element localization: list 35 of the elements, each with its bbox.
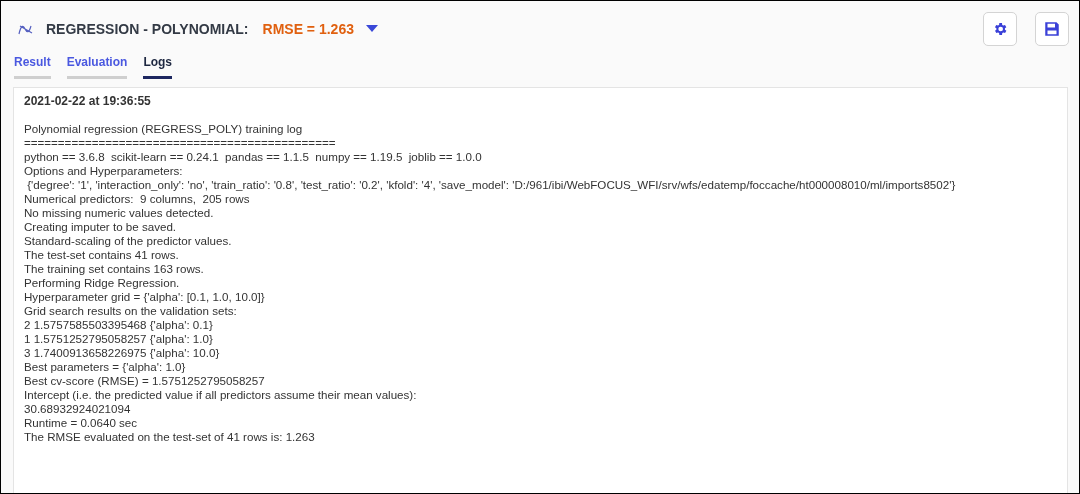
- log-line: Polynomial regression (REGRESS_POLY) training log: [24, 122, 304, 136]
- log-line: No missing numeric values detected.: [24, 206, 215, 220]
- log-line: Best parameters = {'alpha': 1.0}: [24, 360, 187, 374]
- log-line: Creating imputer to be saved.: [24, 220, 178, 234]
- log-line: Grid search results on the validation sets:: [24, 304, 238, 318]
- log-line: The test-set contains 41 rows.: [24, 248, 180, 262]
- log-line: 1 1.5751252795058257 {'alpha': 1.0}: [24, 332, 214, 346]
- tab[interactable]: Evaluation: [66, 55, 128, 79]
- log-line: Hyperparameter grid = {'alpha': [0.1, 1.0, 10.0]}: [24, 290, 266, 304]
- log-line: Options and Hyperparameters:: [24, 164, 184, 178]
- log-line: Performing Ridge Regression.: [24, 276, 181, 290]
- log-line: python == 3.6.8 scikit-learn == 0.24.1 pandas == 1.1.5 numpy == 1.19.5 joblib == 1.0.0: [24, 150, 483, 164]
- log-line: The RMSE evaluated on the test-set of 41 rows is: 1.263: [24, 430, 316, 444]
- model-title: REGRESSION - POLYNOMIAL:: [46, 21, 249, 37]
- rmse-metric: RMSE = 1.263: [262, 21, 354, 37]
- settings-icon: [992, 21, 1008, 37]
- log-line: 3 1.7400913658226975 {'alpha': 10.0}: [24, 346, 221, 360]
- log-line: 2 1.5757585503395468 {'alpha': 0.1}: [24, 318, 214, 332]
- log-line: ==============================================: [24, 136, 337, 150]
- log-line: Standard-scaling of the predictor values.: [24, 234, 233, 248]
- save-icon: [1043, 20, 1061, 38]
- curve-icon: [18, 23, 34, 35]
- tab[interactable]: Logs: [143, 55, 173, 79]
- log-line: 30.68932924021094: [24, 402, 132, 416]
- settings-button[interactable]: [983, 12, 1017, 46]
- tab[interactable]: Result: [14, 55, 51, 79]
- log-timestamp: 2021-02-22 at 19:36:55: [24, 94, 152, 108]
- caret-icon[interactable]: [365, 25, 378, 33]
- log-line: Runtime = 0.0640 sec: [24, 416, 139, 430]
- log-line: Numerical predictors: 9 columns, 205 rows: [24, 192, 251, 206]
- save-button[interactable]: [1035, 12, 1069, 46]
- log-line: Best cv-score (RMSE) = 1.5751252795058257: [24, 374, 266, 388]
- log-line: {'degree': '1', 'interaction_only': 'no', 'train_ratio': '0.8', 'test_ratio': '0.2', 'kfold': '4', 'save_model': 'D:/961/ibi/WebFOCUS_WFI/srv/wfs/edatemp/foccache/ht000008010/ml/imports8502'}: [26, 178, 957, 192]
- log-line: The training set contains 163 rows.: [24, 262, 205, 276]
- log-line: Intercept (i.e. the predicted value if all predictors assume their mean values):: [24, 388, 418, 402]
